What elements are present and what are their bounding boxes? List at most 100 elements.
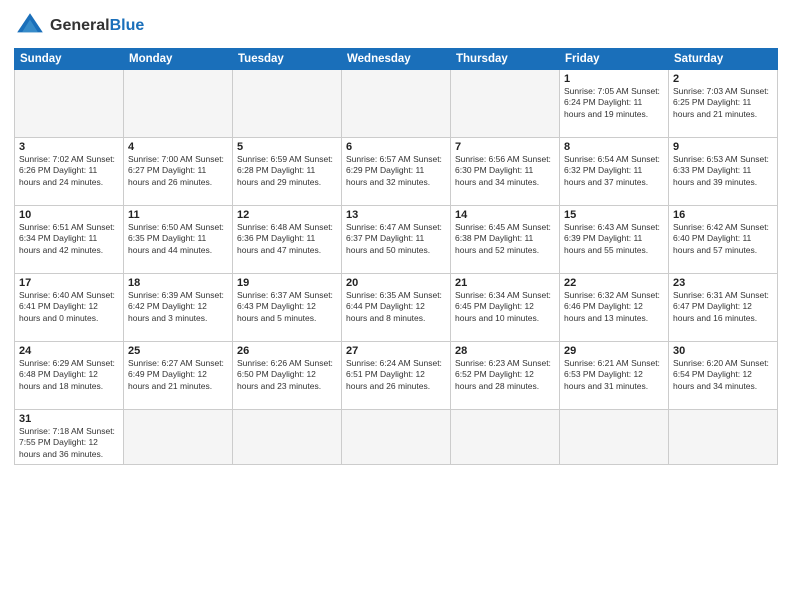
day-info: Sunrise: 6:47 AM Sunset: 6:37 PM Dayligh… [346,222,446,256]
weekday-header-monday: Monday [124,49,233,70]
day-info: Sunrise: 6:34 AM Sunset: 6:45 PM Dayligh… [455,290,555,324]
day-number: 22 [564,277,664,289]
day-info: Sunrise: 6:45 AM Sunset: 6:38 PM Dayligh… [455,222,555,256]
calendar-cell: 18Sunrise: 6:39 AM Sunset: 6:42 PM Dayli… [124,274,233,342]
day-number: 26 [237,345,337,357]
day-number: 10 [19,209,119,221]
day-info: Sunrise: 6:37 AM Sunset: 6:43 PM Dayligh… [237,290,337,324]
calendar-cell: 14Sunrise: 6:45 AM Sunset: 6:38 PM Dayli… [451,206,560,274]
day-number: 31 [19,413,119,425]
calendar-cell: 28Sunrise: 6:23 AM Sunset: 6:52 PM Dayli… [451,342,560,410]
day-info: Sunrise: 6:20 AM Sunset: 6:54 PM Dayligh… [673,358,773,392]
day-number: 18 [128,277,228,289]
day-info: Sunrise: 6:42 AM Sunset: 6:40 PM Dayligh… [673,222,773,256]
weekday-header-wednesday: Wednesday [342,49,451,70]
calendar-cell: 27Sunrise: 6:24 AM Sunset: 6:51 PM Dayli… [342,342,451,410]
calendar-cell [451,410,560,465]
weekday-header-tuesday: Tuesday [233,49,342,70]
calendar-cell: 24Sunrise: 6:29 AM Sunset: 6:48 PM Dayli… [15,342,124,410]
calendar-cell: 11Sunrise: 6:50 AM Sunset: 6:35 PM Dayli… [124,206,233,274]
calendar-cell [560,410,669,465]
day-number: 4 [128,141,228,153]
calendar-cell [233,70,342,138]
day-number: 30 [673,345,773,357]
day-info: Sunrise: 6:43 AM Sunset: 6:39 PM Dayligh… [564,222,664,256]
day-info: Sunrise: 7:05 AM Sunset: 6:24 PM Dayligh… [564,86,664,120]
calendar-table: SundayMondayTuesdayWednesdayThursdayFrid… [14,48,778,465]
calendar-cell: 22Sunrise: 6:32 AM Sunset: 6:46 PM Dayli… [560,274,669,342]
logo-text: GeneralBlue [50,17,144,35]
calendar-cell [342,410,451,465]
day-number: 1 [564,73,664,85]
day-number: 5 [237,141,337,153]
logo-icon [14,10,46,42]
calendar-cell: 1Sunrise: 7:05 AM Sunset: 6:24 PM Daylig… [560,70,669,138]
day-number: 11 [128,209,228,221]
calendar-cell [124,70,233,138]
day-number: 17 [19,277,119,289]
calendar-cell: 12Sunrise: 6:48 AM Sunset: 6:36 PM Dayli… [233,206,342,274]
header: GeneralBlue [14,10,778,42]
weekday-header-sunday: Sunday [15,49,124,70]
calendar-cell: 16Sunrise: 6:42 AM Sunset: 6:40 PM Dayli… [669,206,778,274]
calendar-cell: 23Sunrise: 6:31 AM Sunset: 6:47 PM Dayli… [669,274,778,342]
day-number: 12 [237,209,337,221]
calendar-cell: 31Sunrise: 7:18 AM Sunset: 7:55 PM Dayli… [15,410,124,465]
logo: GeneralBlue [14,10,144,42]
calendar-cell [342,70,451,138]
day-number: 7 [455,141,555,153]
weekday-header-thursday: Thursday [451,49,560,70]
calendar-cell: 20Sunrise: 6:35 AM Sunset: 6:44 PM Dayli… [342,274,451,342]
week-row-5: 24Sunrise: 6:29 AM Sunset: 6:48 PM Dayli… [15,342,778,410]
weekday-header-row: SundayMondayTuesdayWednesdayThursdayFrid… [15,49,778,70]
day-number: 23 [673,277,773,289]
day-info: Sunrise: 6:40 AM Sunset: 6:41 PM Dayligh… [19,290,119,324]
calendar-cell: 8Sunrise: 6:54 AM Sunset: 6:32 PM Daylig… [560,138,669,206]
calendar-cell: 30Sunrise: 6:20 AM Sunset: 6:54 PM Dayli… [669,342,778,410]
calendar-cell: 2Sunrise: 7:03 AM Sunset: 6:25 PM Daylig… [669,70,778,138]
day-info: Sunrise: 7:03 AM Sunset: 6:25 PM Dayligh… [673,86,773,120]
day-info: Sunrise: 6:23 AM Sunset: 6:52 PM Dayligh… [455,358,555,392]
day-info: Sunrise: 6:21 AM Sunset: 6:53 PM Dayligh… [564,358,664,392]
calendar-cell: 17Sunrise: 6:40 AM Sunset: 6:41 PM Dayli… [15,274,124,342]
calendar-cell: 25Sunrise: 6:27 AM Sunset: 6:49 PM Dayli… [124,342,233,410]
day-number: 19 [237,277,337,289]
day-number: 24 [19,345,119,357]
day-info: Sunrise: 6:51 AM Sunset: 6:34 PM Dayligh… [19,222,119,256]
calendar-cell [233,410,342,465]
calendar-cell [669,410,778,465]
week-row-2: 3Sunrise: 7:02 AM Sunset: 6:26 PM Daylig… [15,138,778,206]
day-info: Sunrise: 7:18 AM Sunset: 7:55 PM Dayligh… [19,426,119,460]
page: GeneralBlue SundayMondayTuesdayWednesday… [0,0,792,612]
day-number: 9 [673,141,773,153]
weekday-header-saturday: Saturday [669,49,778,70]
day-number: 8 [564,141,664,153]
day-number: 29 [564,345,664,357]
day-info: Sunrise: 6:50 AM Sunset: 6:35 PM Dayligh… [128,222,228,256]
calendar-cell: 7Sunrise: 6:56 AM Sunset: 6:30 PM Daylig… [451,138,560,206]
day-number: 6 [346,141,446,153]
calendar-cell [451,70,560,138]
day-info: Sunrise: 6:53 AM Sunset: 6:33 PM Dayligh… [673,154,773,188]
day-number: 2 [673,73,773,85]
day-number: 13 [346,209,446,221]
calendar-cell: 6Sunrise: 6:57 AM Sunset: 6:29 PM Daylig… [342,138,451,206]
calendar-cell: 3Sunrise: 7:02 AM Sunset: 6:26 PM Daylig… [15,138,124,206]
day-number: 15 [564,209,664,221]
calendar-cell: 19Sunrise: 6:37 AM Sunset: 6:43 PM Dayli… [233,274,342,342]
week-row-3: 10Sunrise: 6:51 AM Sunset: 6:34 PM Dayli… [15,206,778,274]
day-number: 27 [346,345,446,357]
day-info: Sunrise: 6:48 AM Sunset: 6:36 PM Dayligh… [237,222,337,256]
day-info: Sunrise: 6:54 AM Sunset: 6:32 PM Dayligh… [564,154,664,188]
calendar-cell: 9Sunrise: 6:53 AM Sunset: 6:33 PM Daylig… [669,138,778,206]
calendar-cell: 13Sunrise: 6:47 AM Sunset: 6:37 PM Dayli… [342,206,451,274]
calendar-cell: 21Sunrise: 6:34 AM Sunset: 6:45 PM Dayli… [451,274,560,342]
day-info: Sunrise: 7:00 AM Sunset: 6:27 PM Dayligh… [128,154,228,188]
week-row-1: 1Sunrise: 7:05 AM Sunset: 6:24 PM Daylig… [15,70,778,138]
day-info: Sunrise: 6:59 AM Sunset: 6:28 PM Dayligh… [237,154,337,188]
day-info: Sunrise: 6:26 AM Sunset: 6:50 PM Dayligh… [237,358,337,392]
day-info: Sunrise: 6:29 AM Sunset: 6:48 PM Dayligh… [19,358,119,392]
day-number: 21 [455,277,555,289]
day-number: 16 [673,209,773,221]
day-info: Sunrise: 7:02 AM Sunset: 6:26 PM Dayligh… [19,154,119,188]
